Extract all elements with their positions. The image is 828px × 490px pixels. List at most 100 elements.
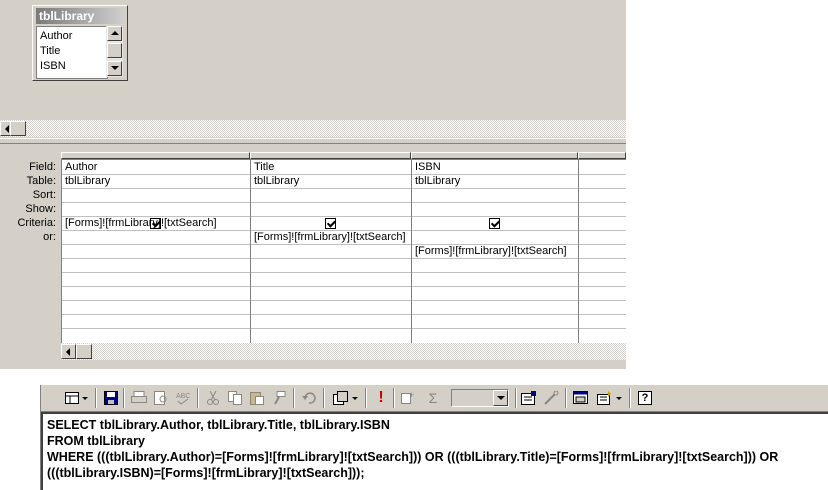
grid-line — [62, 300, 626, 301]
grid-line — [62, 272, 626, 273]
grid-table-cell-2[interactable]: tblLibrary — [254, 174, 409, 188]
scroll-left-button[interactable] — [61, 344, 76, 359]
chevron-down-icon — [81, 396, 88, 400]
scroll-thumb[interactable] — [10, 121, 26, 136]
grid-line — [62, 202, 626, 203]
chevron-down-icon — [351, 396, 358, 400]
column-selector-2[interactable] — [250, 152, 411, 159]
copy-icon — [228, 391, 242, 405]
grid-field-cell-2[interactable]: Title — [254, 160, 409, 174]
row-label-table: Table: — [26, 175, 56, 187]
spelling-icon: ABC — [176, 393, 190, 405]
totals-button[interactable]: Σ — [423, 388, 443, 408]
database-window-icon — [573, 391, 588, 404]
field-list-scrollbar[interactable] — [106, 26, 123, 77]
row-label-or: or: — [43, 231, 56, 243]
copy-button[interactable] — [225, 388, 245, 408]
chevron-left-icon — [5, 125, 9, 133]
toolbar-separator — [565, 388, 567, 408]
query-toolbar: ABC ! + Σ ? — [41, 385, 828, 412]
grid-line — [62, 328, 626, 329]
field-list-item-author[interactable]: Author — [40, 29, 72, 43]
scroll-up-button[interactable] — [107, 26, 122, 41]
view-button[interactable] — [61, 388, 91, 408]
properties-icon — [521, 391, 536, 405]
scroll-thumb[interactable] — [107, 43, 122, 58]
field-list-item-isbn[interactable]: ISBN — [40, 59, 66, 73]
column-selector-1[interactable] — [61, 152, 250, 159]
field-list-title[interactable]: tblLibrary — [36, 8, 124, 24]
top-values-combo[interactable] — [451, 389, 509, 407]
grid-line — [62, 286, 626, 287]
svg-text:+: + — [409, 391, 414, 400]
run-icon: ! — [378, 389, 384, 406]
toolbar-separator — [123, 388, 125, 408]
chevron-up-icon — [111, 31, 119, 35]
grid-line — [250, 160, 251, 344]
print-preview-button[interactable] — [151, 388, 171, 408]
grid-table-cell-3[interactable]: tblLibrary — [415, 174, 575, 188]
combo-dropdown-button[interactable] — [493, 390, 508, 406]
grid-sort-cell-1[interactable] — [65, 188, 248, 202]
table-pane-hscrollbar[interactable] — [0, 120, 626, 137]
query-type-icon — [332, 391, 348, 405]
grid-sort-cell-2[interactable] — [254, 188, 409, 202]
paste-icon — [250, 392, 264, 405]
pane-splitter[interactable] — [0, 138, 626, 144]
help-button[interactable]: ? — [635, 388, 655, 408]
design-grid-pane: Field: Table: Sort: Show: Criteria: or: — [0, 146, 626, 369]
row-label-sort: Sort: — [32, 189, 56, 201]
grid-criteria-cell-1[interactable]: [Forms]![frmLibrary]![txtSearch] — [65, 216, 248, 230]
field-list-tbllibrary[interactable]: tblLibrary Author Title ISBN — [32, 5, 128, 81]
sql-view-window: ABC ! + Σ ? SELECT tblLibrary.Author, tb… — [40, 385, 828, 490]
properties-button[interactable] — [519, 388, 539, 408]
format-painter-button[interactable] — [269, 388, 289, 408]
scroll-thumb[interactable] — [76, 344, 92, 359]
design-grid: Author tblLibrary [Forms]![frmLibrary]![… — [61, 159, 626, 344]
grid-field-cell-3[interactable]: ISBN — [415, 160, 575, 174]
column-selector-3[interactable] — [411, 152, 578, 159]
show-checkbox-2[interactable] — [325, 218, 336, 229]
undo-button[interactable] — [299, 388, 319, 408]
chevron-left-icon — [66, 348, 70, 356]
run-button[interactable]: ! — [371, 388, 391, 408]
grid-line — [62, 314, 626, 315]
table-pane: tblLibrary Author Title ISBN — [0, 0, 626, 120]
column-selector-4[interactable] — [578, 152, 626, 159]
row-label-criteria: Criteria: — [17, 217, 56, 229]
column-selectors — [61, 152, 626, 159]
build-button[interactable] — [541, 388, 561, 408]
grid-or2-cell-3[interactable]: [Forms]![frmLibrary]![txtSearch] — [415, 244, 575, 258]
chevron-down-icon — [111, 66, 119, 70]
show-table-button[interactable]: + — [399, 388, 419, 408]
toolbar-separator — [293, 388, 295, 408]
field-list-item-title[interactable]: Title — [40, 44, 60, 58]
cut-button[interactable] — [203, 388, 223, 408]
save-button[interactable] — [101, 388, 121, 408]
spelling-button[interactable]: ABC — [173, 388, 193, 408]
grid-or-cell-2[interactable]: [Forms]![frmLibrary]![txtSearch] — [254, 230, 409, 244]
print-button[interactable] — [129, 388, 149, 408]
show-checkbox-3[interactable] — [489, 218, 500, 229]
new-object-icon — [596, 391, 611, 405]
grid-hscrollbar[interactable] — [61, 343, 626, 360]
build-icon — [544, 391, 559, 405]
toolbar-separator — [95, 388, 97, 408]
new-object-button[interactable] — [593, 388, 625, 408]
sql-text-editor[interactable]: SELECT tblLibrary.Author, tblLibrary.Tit… — [41, 412, 828, 490]
field-list-body: Author Title ISBN — [36, 26, 108, 79]
scroll-down-button[interactable] — [107, 61, 122, 76]
help-icon: ? — [638, 391, 652, 405]
database-window-button[interactable] — [571, 388, 591, 408]
toolbar-separator — [365, 388, 367, 408]
toolbar-separator — [515, 388, 517, 408]
print-preview-icon — [154, 391, 167, 405]
grid-line — [62, 258, 626, 259]
cut-icon — [207, 391, 219, 405]
grid-table-cell-1[interactable]: tblLibrary — [65, 174, 248, 188]
grid-sort-cell-3[interactable] — [415, 188, 575, 202]
view-icon — [64, 392, 79, 404]
grid-field-cell-1[interactable]: Author — [65, 160, 248, 174]
paste-button[interactable] — [247, 388, 267, 408]
query-type-button[interactable] — [329, 388, 361, 408]
